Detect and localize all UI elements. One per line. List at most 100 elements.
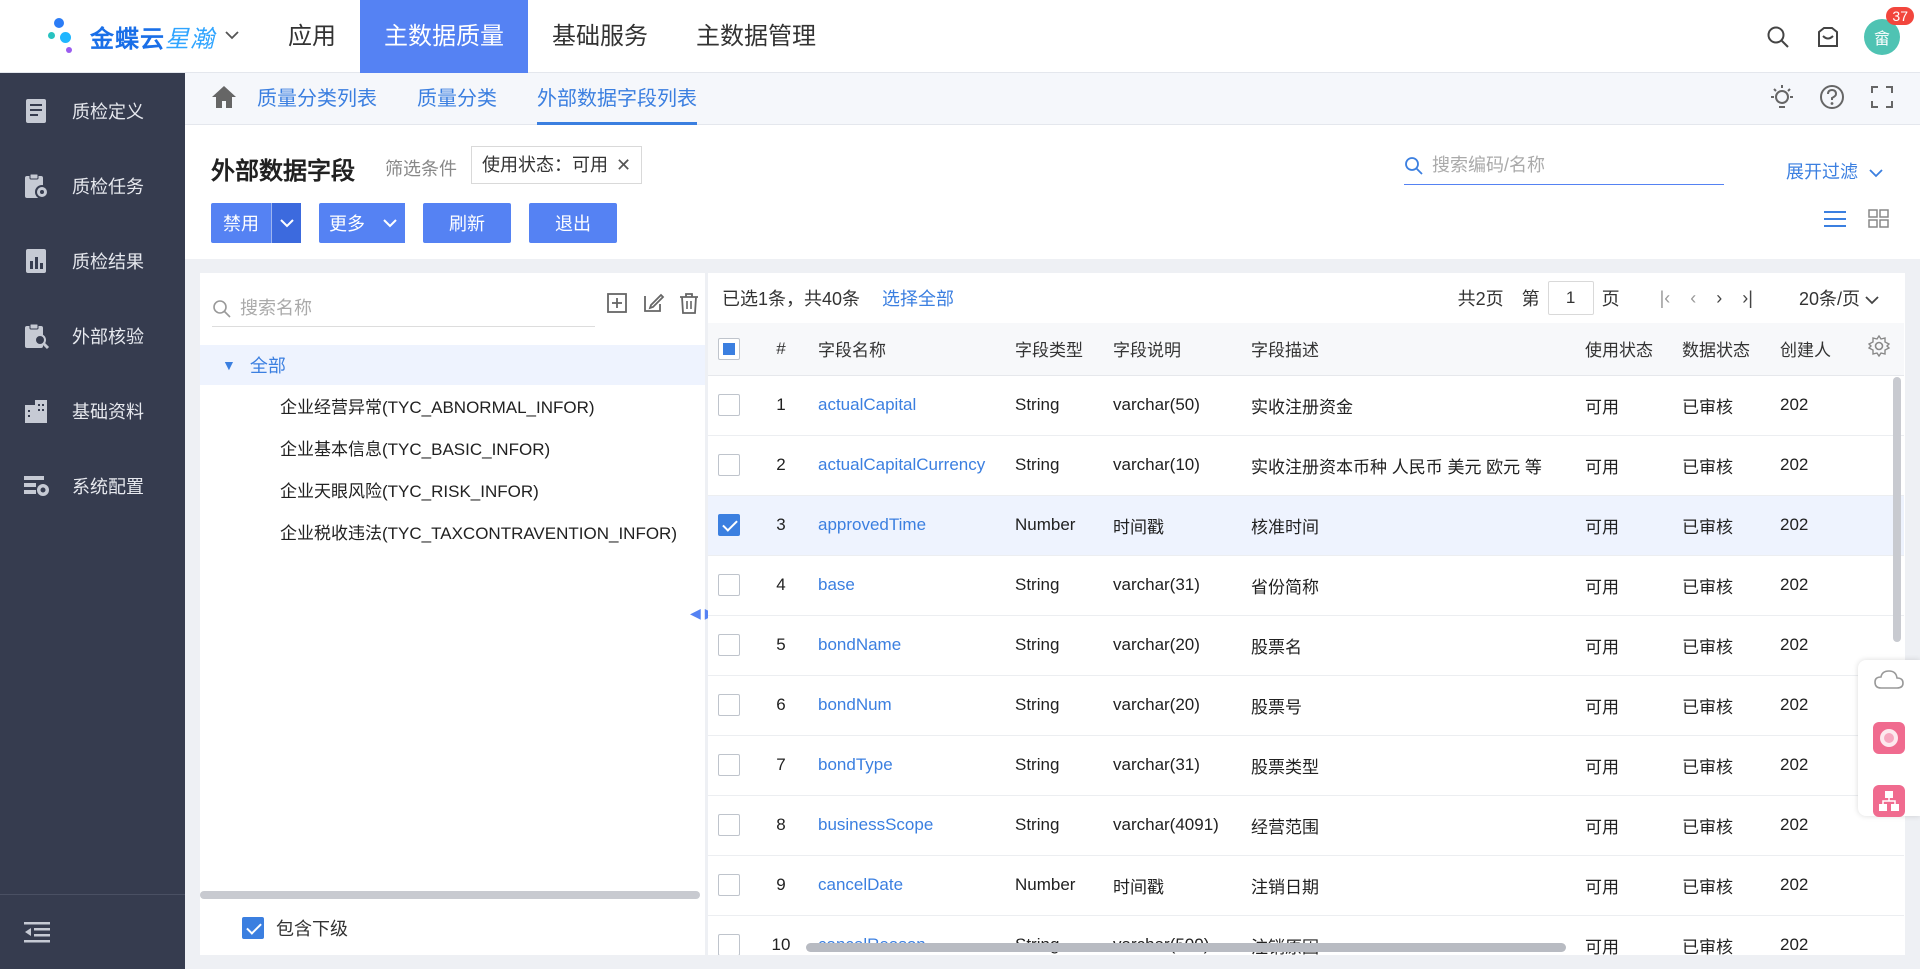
sidebar-item-basic-data[interactable]: 基础资料 xyxy=(0,373,185,448)
tree-node[interactable]: 企业税收违法(TYC_TAXCONTRAVENTION_INFOR) xyxy=(280,519,677,544)
page-input[interactable]: 1 xyxy=(1547,281,1594,315)
sidebar-item-system-config[interactable]: 系统配置 xyxy=(0,448,185,523)
row-checkbox[interactable] xyxy=(718,694,740,716)
exit-button[interactable]: 退出 xyxy=(529,203,617,243)
cell-field-name[interactable]: bondNum xyxy=(810,675,1015,736)
include-sub-checkbox[interactable]: 包含下级 xyxy=(242,915,348,941)
table-row[interactable]: 4 base String varchar(31) 省份简称 可用 已审核 202 xyxy=(708,555,1904,616)
horizontal-scrollbar[interactable] xyxy=(200,891,700,899)
row-checkbox-cell xyxy=(708,435,752,496)
last-page-icon[interactable]: ›| xyxy=(1742,288,1753,309)
list-view-icon[interactable] xyxy=(1824,209,1846,234)
caret-down-icon[interactable]: ▼ xyxy=(222,357,236,373)
search-icon[interactable] xyxy=(1764,23,1792,51)
expand-filter-button[interactable]: 展开过滤 xyxy=(1786,158,1883,184)
row-checkbox[interactable] xyxy=(718,574,740,596)
more-button[interactable]: 更多 xyxy=(319,203,405,243)
sidebar-item-qc-definition[interactable]: 质检定义 xyxy=(0,73,185,148)
table-row[interactable]: 8 businessScope String varchar(4091) 经营范围 可用已… xyxy=(708,795,1904,856)
sidebar-item-external-verify[interactable]: 外部核验 xyxy=(0,298,185,373)
sidebar-collapse-button[interactable] xyxy=(0,894,185,969)
inbox-icon[interactable] xyxy=(1814,23,1842,51)
filter-chip[interactable]: 使用状态：可用 ✕ xyxy=(471,146,643,184)
arrow-left-icon[interactable]: ◀ xyxy=(690,605,701,622)
column-header-use-status[interactable]: 使用状态 xyxy=(1585,323,1682,376)
fullscreen-icon[interactable] xyxy=(1868,83,1896,116)
prev-page-icon[interactable]: ‹ xyxy=(1690,288,1696,309)
tree-node[interactable]: 企业天眼风险(TYC_RISK_INFOR) xyxy=(280,477,539,502)
row-checkbox[interactable] xyxy=(718,634,740,656)
column-header-field-name[interactable]: 字段名称 xyxy=(810,323,1015,376)
help-icon[interactable] xyxy=(1818,83,1846,116)
checkbox[interactable] xyxy=(242,917,264,939)
table-row[interactable]: 3 approvedTime Number 时间戳 核准时间 可用 已审核 202 xyxy=(708,495,1904,556)
row-checkbox[interactable] xyxy=(718,514,740,536)
topnav-md-quality[interactable]: 主数据质量 xyxy=(360,0,528,73)
tree-node[interactable]: 企业基本信息(TYC_BASIC_INFOR) xyxy=(280,435,550,460)
row-checkbox[interactable] xyxy=(718,814,740,836)
cell-field-name[interactable]: bondType xyxy=(810,735,1015,796)
select-all-link[interactable]: 选择全部 xyxy=(882,285,954,311)
column-header-field-spec[interactable]: 字段说明 xyxy=(1113,323,1251,376)
table-row[interactable]: 7 bondType String varchar(31) 股票类型 可用 已审核 202 xyxy=(708,735,1904,796)
first-page-icon[interactable]: |‹ xyxy=(1660,288,1671,309)
sidebar-item-qc-task[interactable]: 质检任务 xyxy=(0,148,185,223)
topnav-basic-services[interactable]: 基础服务 xyxy=(528,0,672,73)
column-header-field-desc[interactable]: 字段描述 xyxy=(1251,323,1585,376)
add-node-icon[interactable] xyxy=(605,291,629,320)
next-page-icon[interactable]: › xyxy=(1716,288,1722,309)
cell-field-name[interactable]: actualCapital xyxy=(810,375,1015,436)
tree-search-input[interactable] xyxy=(240,298,580,319)
table-row[interactable]: 9 cancelDate Number 时间戳 注销日期 可用 已审核 202 xyxy=(708,855,1904,916)
vertical-scrollbar[interactable] xyxy=(1893,377,1901,642)
home-icon[interactable] xyxy=(211,85,237,114)
cloud-icon[interactable] xyxy=(1873,668,1905,697)
table-row[interactable]: 5 bondName String varchar(20) 股票名 可用 已审核 202 xyxy=(708,615,1904,676)
cell-field-name[interactable]: base xyxy=(810,555,1015,616)
tab-quality-category[interactable]: 质量分类 xyxy=(417,73,497,125)
tab-external-field-list[interactable]: 外部数据字段列表 xyxy=(537,73,697,125)
row-checkbox[interactable] xyxy=(718,394,740,416)
avatar[interactable]: 畲 37 xyxy=(1864,6,1914,55)
delete-icon[interactable] xyxy=(677,291,701,320)
app-logo[interactable]: 金蝶云星瀚 xyxy=(48,14,239,58)
table-row[interactable]: 6 bondNum String varchar(20) 股票号 可用 已审核 202 xyxy=(708,675,1904,736)
cell-field-name[interactable]: approvedTime xyxy=(810,495,1015,556)
disable-button[interactable]: 禁用 xyxy=(211,203,301,243)
row-checkbox[interactable] xyxy=(718,934,740,955)
table-row[interactable]: 1 actualCapital String varchar(50) 实收注册资金 可用已… xyxy=(708,375,1904,436)
sidebar-item-qc-result[interactable]: 质检结果 xyxy=(0,223,185,298)
column-header-no[interactable]: # xyxy=(752,323,810,376)
grid-view-icon[interactable] xyxy=(1868,209,1890,234)
tree-root-node[interactable]: ▼ 全部 xyxy=(200,345,705,385)
refresh-button[interactable]: 刷新 xyxy=(423,203,511,243)
chevron-down-icon[interactable] xyxy=(271,203,301,243)
chevron-down-icon[interactable] xyxy=(225,27,239,45)
tree-node[interactable]: 企业经营异常(TYC_ABNORMAL_INFOR) xyxy=(280,393,595,418)
select-all-checkbox[interactable] xyxy=(718,337,740,360)
cell-field-name[interactable]: bondName xyxy=(810,615,1015,676)
close-icon[interactable]: ✕ xyxy=(616,147,631,183)
topnav-apps[interactable]: 应用 xyxy=(264,0,360,73)
lightbulb-icon[interactable] xyxy=(1768,83,1796,116)
table-row[interactable]: 2 actualCapitalCurrency String varchar(10) 实… xyxy=(708,435,1904,496)
search-input[interactable] xyxy=(1432,155,1712,176)
row-checkbox[interactable] xyxy=(718,454,740,476)
cell-field-name[interactable]: cancelDate xyxy=(810,855,1015,916)
column-header-creator[interactable]: 创建人 xyxy=(1780,323,1854,376)
topnav-md-management[interactable]: 主数据管理 xyxy=(672,0,840,73)
page-size-select[interactable]: 20条/页 xyxy=(1799,285,1879,311)
cell-field-name[interactable]: actualCapitalCurrency xyxy=(810,435,1015,496)
assistant-icon[interactable] xyxy=(1872,721,1906,760)
column-header-data-status[interactable]: 数据状态 xyxy=(1682,323,1780,376)
gear-icon[interactable] xyxy=(1867,334,1891,358)
row-checkbox[interactable] xyxy=(718,874,740,896)
org-chart-icon[interactable] xyxy=(1872,784,1906,823)
row-checkbox[interactable] xyxy=(718,754,740,776)
cell-field-name[interactable]: businessScope xyxy=(810,795,1015,856)
horizontal-scrollbar[interactable] xyxy=(806,943,1566,952)
column-header-field-type[interactable]: 字段类型 xyxy=(1015,323,1113,376)
tab-quality-category-list[interactable]: 质量分类列表 xyxy=(257,73,377,125)
cell-creator: 202 xyxy=(1780,855,1854,916)
edit-icon[interactable] xyxy=(641,291,665,320)
